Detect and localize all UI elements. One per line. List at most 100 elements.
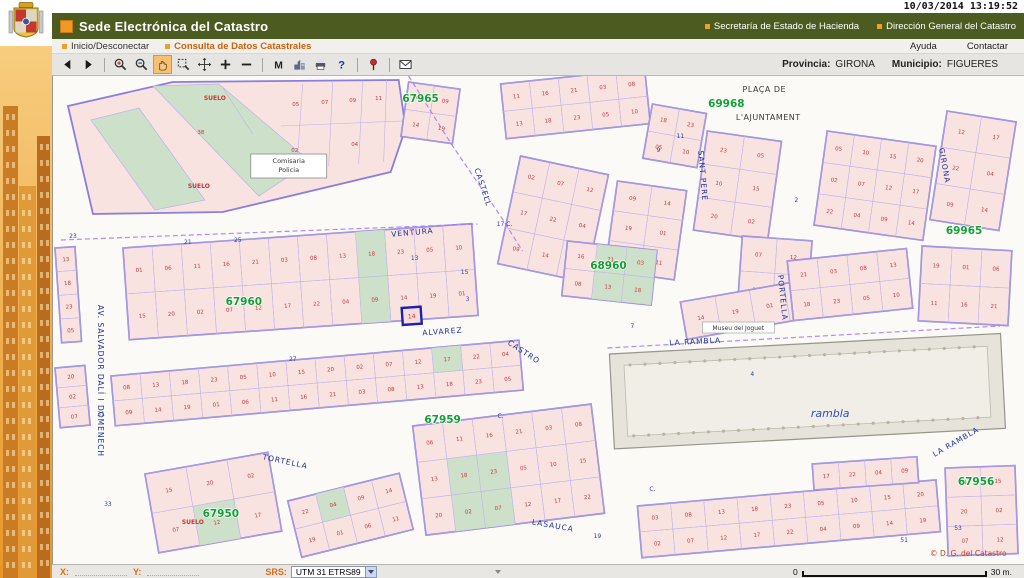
pin-icon [366, 57, 381, 72]
cadastral-map[interactable]: 0106111621030813182305101520020712172204… [53, 76, 1024, 564]
svg-text:07: 07 [755, 252, 763, 259]
measure-button[interactable]: M [269, 55, 288, 74]
zoom-window-button[interactable] [174, 55, 193, 74]
svg-text:13: 13 [430, 476, 438, 483]
help-tool-button[interactable]: ? [332, 55, 351, 74]
pan-button[interactable] [153, 55, 172, 74]
street-number: 27 [289, 356, 297, 363]
svg-text:01: 01 [213, 402, 220, 409]
svg-text:M: M [274, 60, 283, 71]
zoom-out-icon [134, 57, 149, 72]
feedback-button[interactable] [396, 55, 415, 74]
svg-text:05: 05 [504, 377, 512, 384]
nav-item[interactable]: Consulta de Datos Catastrales [165, 41, 311, 52]
map-viewport[interactable]: 0106111621030813182305101520020712172204… [52, 76, 1024, 564]
street-number: 23 [69, 233, 77, 240]
header-link[interactable]: Secretaría de Estado de Hacienda [705, 21, 859, 32]
svg-text:15: 15 [579, 458, 587, 465]
printer-icon [313, 57, 328, 72]
svg-text:16: 16 [960, 302, 968, 308]
zoom-step-out-button[interactable] [237, 55, 256, 74]
svg-text:14: 14 [412, 122, 420, 129]
municipio-label: Municipio: [892, 59, 942, 70]
svg-text:22: 22 [473, 354, 480, 361]
svg-text:03: 03 [358, 389, 366, 396]
svg-text:04: 04 [875, 470, 883, 477]
street-number: C. [649, 486, 655, 493]
municipio-value: FIGUERES [947, 59, 998, 70]
svg-text:18: 18 [751, 506, 759, 513]
place-label: L'AJUNTAMENT [736, 113, 801, 122]
toolbar-separator [262, 58, 263, 72]
svg-text:07: 07 [494, 505, 502, 512]
svg-text:17: 17 [912, 189, 920, 196]
svg-text:05: 05 [67, 328, 75, 335]
parcel-number: 02 [291, 148, 298, 154]
city-block: 051015200207121722040914 [814, 131, 936, 240]
street-number: 33 [104, 501, 112, 508]
srs-select[interactable]: UTM 31 ETRS89 [291, 566, 377, 578]
datetime: 10/03/2014 13:19:52 [904, 1, 1018, 12]
svg-text:05: 05 [426, 247, 434, 254]
move-view-button[interactable] [195, 55, 214, 74]
zoom-in-button[interactable] [111, 55, 130, 74]
svg-text:03: 03 [830, 269, 838, 276]
history-forward-button[interactable] [79, 55, 98, 74]
svg-text:18: 18 [368, 251, 376, 258]
svg-text:06: 06 [242, 400, 250, 407]
nav-link[interactable]: Contactar [967, 41, 1008, 52]
street-number: 2 [794, 197, 798, 204]
street-number: 31 [97, 411, 105, 418]
print-button[interactable] [311, 55, 330, 74]
street-number: 15 [461, 269, 469, 276]
street-number: 17 C. [497, 221, 513, 228]
top-strip: 10/03/2014 13:19:52 [52, 0, 1024, 13]
svg-text:02: 02 [465, 509, 473, 516]
pan-arrows-icon [197, 57, 212, 72]
scale-bar: 0 30 m. [793, 567, 1016, 577]
history-back-button[interactable] [58, 55, 77, 74]
svg-text:09: 09 [441, 99, 449, 106]
header-link-label: Secretaría de Estado de Hacienda [714, 21, 859, 32]
svg-text:17: 17 [823, 474, 831, 481]
map-copyright: © D. G. del Catastro [930, 549, 1007, 558]
parcel-number: 09 [349, 98, 356, 104]
header-link[interactable]: Dirección General del Catastro [877, 21, 1016, 32]
svg-text:09: 09 [901, 468, 909, 475]
svg-text:02: 02 [830, 177, 838, 184]
svg-text:23: 23 [65, 304, 73, 311]
svg-text:05: 05 [757, 153, 765, 160]
svg-text:15: 15 [889, 154, 897, 161]
mail-icon [398, 57, 413, 72]
svg-text:17: 17 [753, 532, 761, 539]
toolbar-separator [357, 58, 358, 72]
svg-text:17: 17 [444, 357, 452, 364]
nav-item[interactable]: Inicio/Desconectar [62, 41, 149, 52]
svg-text:20: 20 [435, 513, 443, 520]
selected-parcel[interactable]: 14 [402, 307, 422, 325]
zoom-step-in-button[interactable] [216, 55, 235, 74]
svg-text:18: 18 [460, 473, 468, 480]
province-value: GIRONA [835, 59, 874, 70]
svg-text:15: 15 [752, 186, 760, 193]
dropdown-caret-icon[interactable] [365, 567, 376, 577]
buildings-info-button[interactable] [290, 55, 309, 74]
svg-text:13: 13 [152, 382, 160, 389]
svg-text:02: 02 [69, 394, 76, 401]
svg-text:23: 23 [833, 299, 841, 306]
svg-text:08: 08 [387, 387, 395, 394]
svg-text:18: 18 [803, 302, 811, 309]
locate-parcel-button[interactable] [364, 55, 383, 74]
nav-link[interactable]: Ayuda [910, 41, 937, 52]
svg-text:10: 10 [631, 109, 639, 116]
header-link-label: Dirección General del Catastro [886, 21, 1016, 32]
bullet-icon [165, 44, 170, 49]
svg-text:22: 22 [584, 494, 592, 501]
svg-text:18: 18 [634, 288, 642, 295]
svg-text:?: ? [338, 60, 345, 72]
splitter-handle-icon[interactable] [493, 568, 503, 576]
zoom-out-button[interactable] [132, 55, 151, 74]
svg-text:19: 19 [624, 226, 632, 233]
svg-text:10: 10 [862, 150, 870, 157]
status-bar: X: Y: SRS: UTM 31 ETRS89 0 30 m. [52, 564, 1024, 578]
